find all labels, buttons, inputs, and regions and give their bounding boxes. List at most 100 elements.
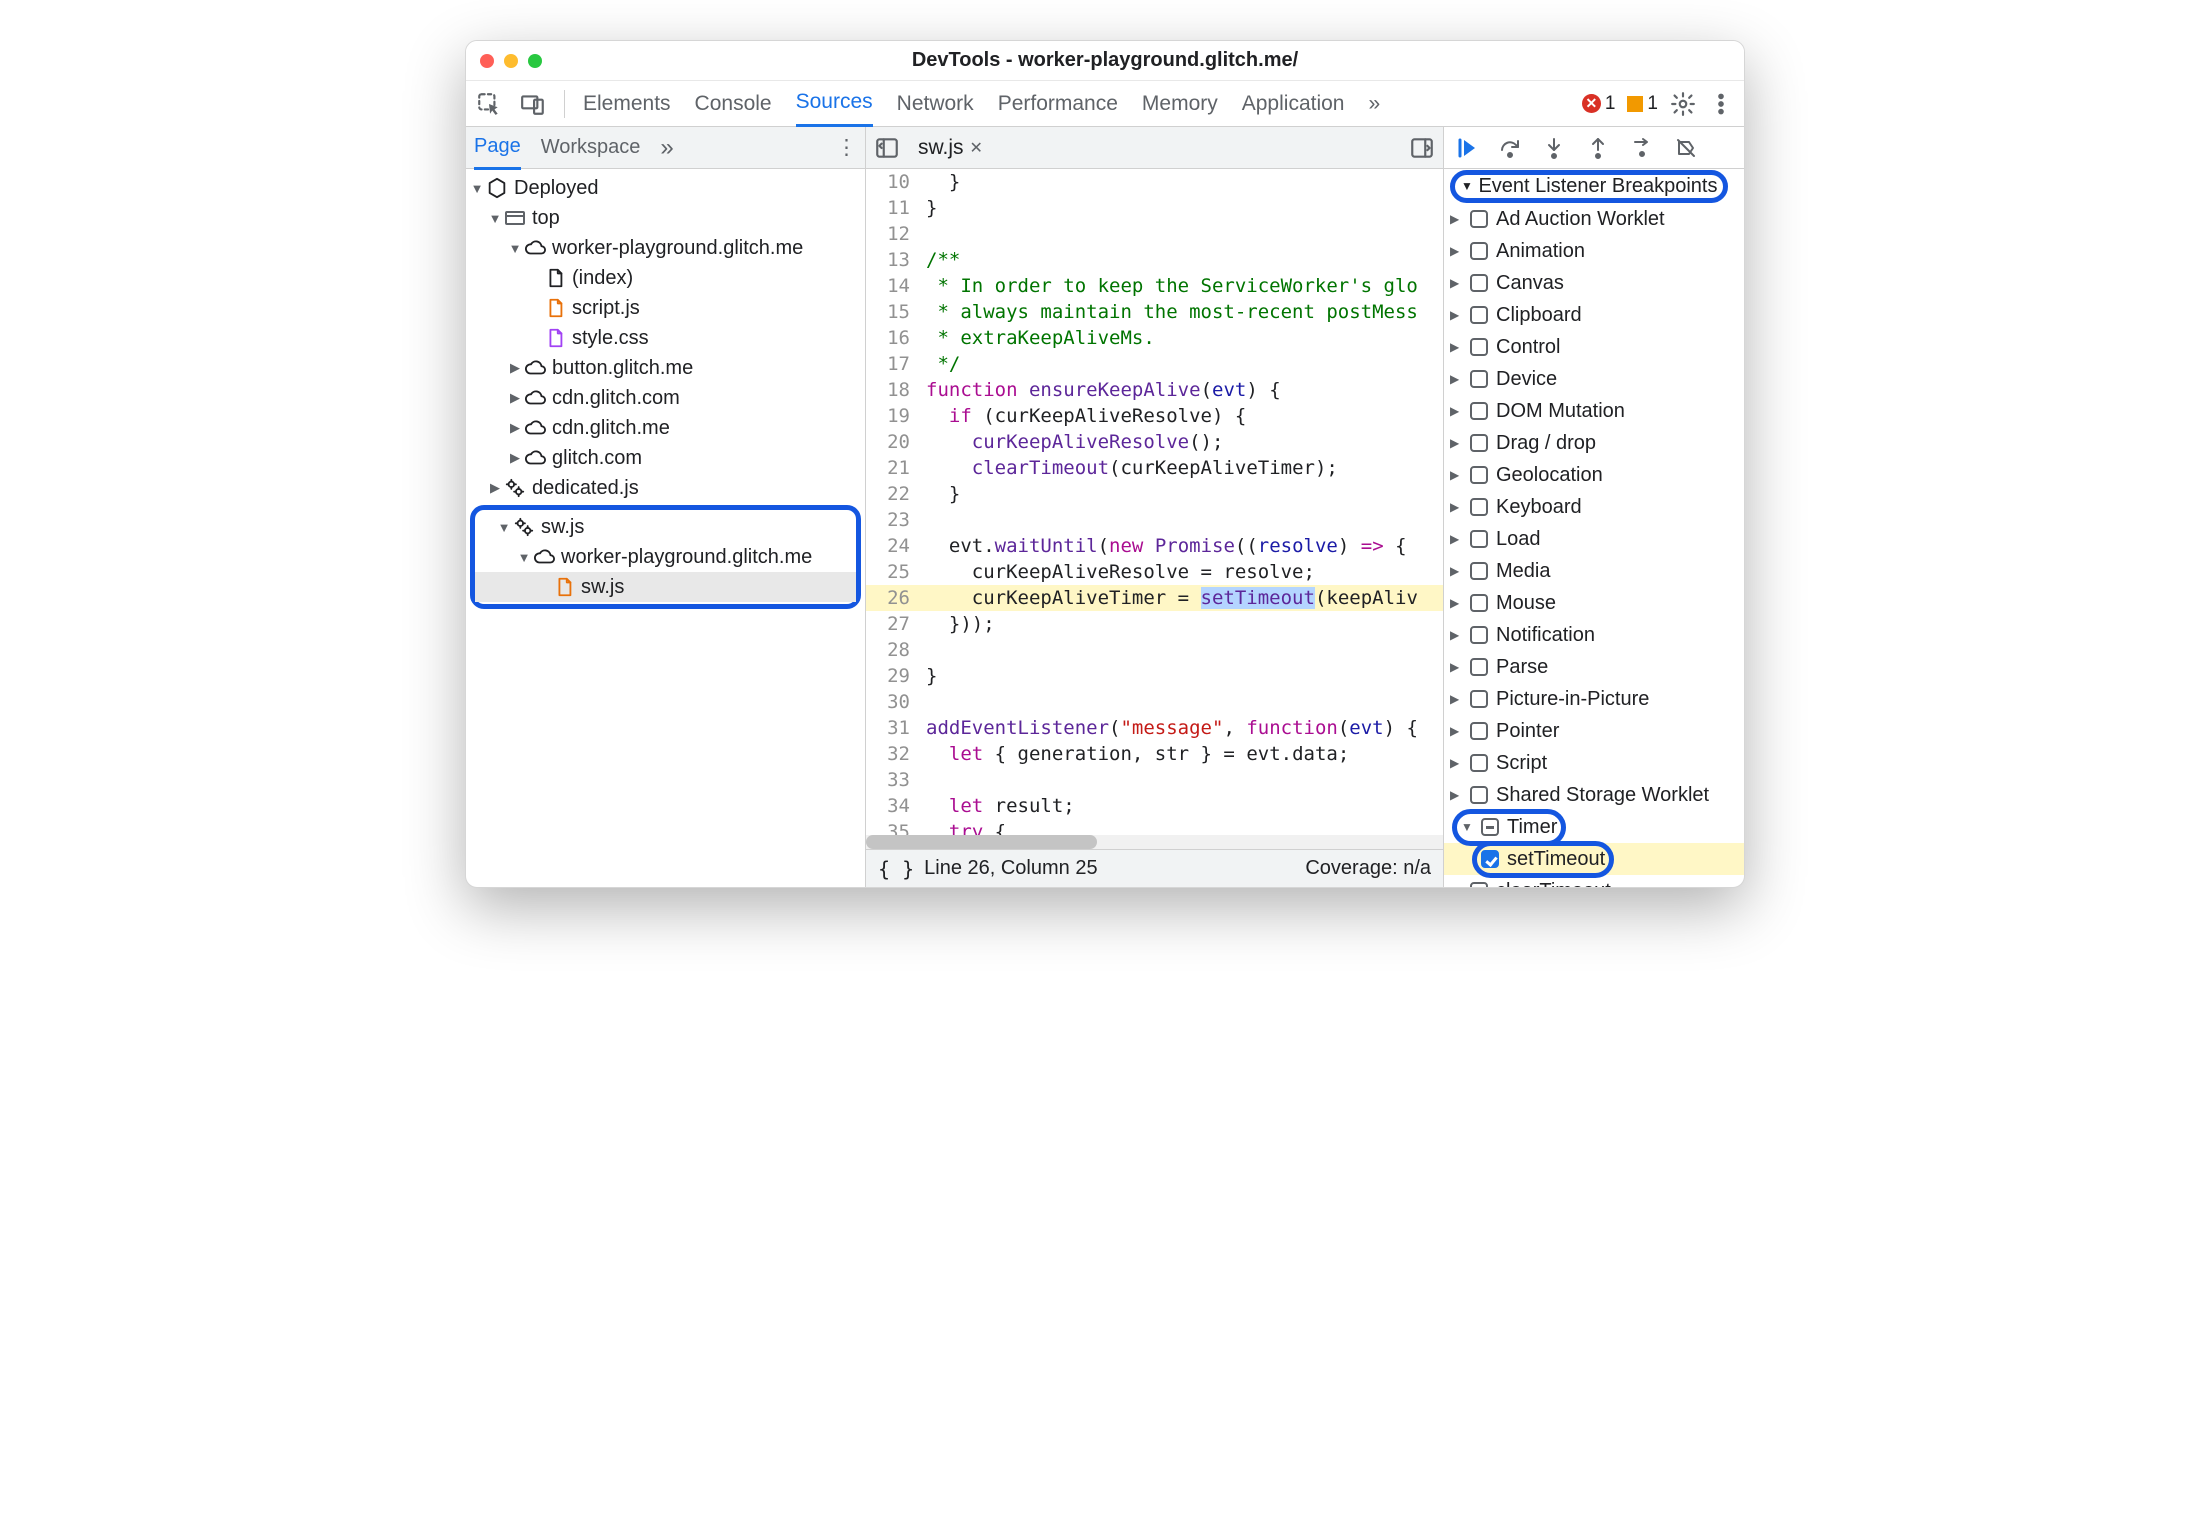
step-over-icon[interactable] [1498,136,1522,160]
step-icon[interactable] [1630,136,1654,160]
checkbox[interactable] [1470,210,1488,228]
tree-file-scriptjs[interactable]: script.js [466,293,865,323]
code-line[interactable]: 16 * extraKeepAliveMs. [866,325,1443,351]
breakpoint-category[interactable]: ▶Drag / drop [1444,427,1744,459]
chevron-right-icon[interactable]: ▶ [1450,212,1462,226]
code-line[interactable]: 12 [866,221,1443,247]
chevron-right-icon[interactable]: ▶ [1450,628,1462,642]
code-line[interactable]: 23 [866,507,1443,533]
code-line[interactable]: 24 evt.waitUntil(new Promise((resolve) =… [866,533,1443,559]
breakpoint-category[interactable]: ▶Geolocation [1444,459,1744,491]
navigator-tab-workspace[interactable]: Workspace [541,127,641,168]
chevron-right-icon[interactable]: ▶ [1450,276,1462,290]
close-icon[interactable]: ✕ [970,138,983,158]
breakpoint-category[interactable]: ▼Timer [1444,811,1744,843]
errors-badge[interactable]: ✕ 1 [1582,93,1616,115]
device-toolbar-icon[interactable] [520,91,546,117]
navigator-tabs-overflow[interactable]: » [660,134,673,162]
checkbox[interactable] [1470,466,1488,484]
tab-console[interactable]: Console [695,82,772,126]
chevron-right-icon[interactable]: ▶ [1450,372,1462,386]
resume-icon[interactable] [1454,136,1478,160]
chevron-right-icon[interactable]: ▶ [1450,468,1462,482]
tab-performance[interactable]: Performance [998,82,1118,126]
breakpoint-category[interactable]: ▶Animation [1444,235,1744,267]
checkbox[interactable] [1470,882,1488,887]
checkbox[interactable] [1481,818,1499,836]
tab-application[interactable]: Application [1242,82,1345,126]
tree-file-swjs[interactable]: sw.js [475,572,856,602]
issues-badge[interactable]: 1 [1627,93,1658,115]
chevron-right-icon[interactable]: ▶ [1450,244,1462,258]
checkbox[interactable] [1470,722,1488,740]
chevron-right-icon[interactable]: ▶ [1450,788,1462,802]
code-line[interactable]: 28 [866,637,1443,663]
breakpoint-category[interactable]: ▶Control [1444,331,1744,363]
code-line[interactable]: 14 * In order to keep the ServiceWorker'… [866,273,1443,299]
breakpoint-category[interactable]: ▶Pointer [1444,715,1744,747]
tree-deployed[interactable]: ▼ Deployed [466,173,865,203]
tree-origin-3[interactable]: ▶cdn.glitch.com [466,383,865,413]
toggle-navigator-icon[interactable] [874,135,900,161]
chevron-right-icon[interactable]: ▶ [1450,756,1462,770]
tree-file-stylecss[interactable]: style.css [466,323,865,353]
tree-origin-5[interactable]: ▶glitch.com [466,443,865,473]
breakpoint-category[interactable]: ▶DOM Mutation [1444,395,1744,427]
code-line[interactable]: 11} [866,195,1443,221]
tabs-overflow[interactable]: » [1368,82,1380,126]
tab-sources[interactable]: Sources [796,80,873,127]
tree-origin-2[interactable]: ▶button.glitch.me [466,353,865,383]
zoom-window-icon[interactable] [528,54,542,68]
tree-top[interactable]: ▼top [466,203,865,233]
braces-icon[interactable]: { } [878,857,914,881]
code-line[interactable]: 32 let { generation, str } = evt.data; [866,741,1443,767]
checkbox[interactable] [1470,338,1488,356]
breakpoint-category[interactable]: ▶Load [1444,523,1744,555]
tab-network[interactable]: Network [897,82,974,126]
breakpoint-category[interactable]: ▶Parse [1444,651,1744,683]
tree-origin-4[interactable]: ▶cdn.glitch.me [466,413,865,443]
code-line[interactable]: 19 if (curKeepAliveResolve) { [866,403,1443,429]
code-line[interactable]: 27 })); [866,611,1443,637]
step-into-icon[interactable] [1542,136,1566,160]
chevron-right-icon[interactable]: ▶ [1450,500,1462,514]
breakpoint-category[interactable]: ▶Notification [1444,619,1744,651]
chevron-right-icon[interactable]: ▶ [1450,308,1462,322]
checkbox[interactable] [1481,850,1499,868]
breakpoint-category[interactable]: ▶Script [1444,747,1744,779]
code-line[interactable]: 31addEventListener("message", function(e… [866,715,1443,741]
chevron-right-icon[interactable]: ▶ [1450,340,1462,354]
close-window-icon[interactable] [480,54,494,68]
file-tab-swjs[interactable]: sw.js ✕ [910,130,991,166]
toggle-debugger-icon[interactable] [1409,135,1435,161]
deactivate-breakpoints-icon[interactable] [1674,136,1698,160]
tree-sw-origin[interactable]: ▼worker-playground.glitch.me [475,542,856,572]
code-line[interactable]: 15 * always maintain the most-recent pos… [866,299,1443,325]
checkbox[interactable] [1470,306,1488,324]
breakpoint-category[interactable]: ▶Device [1444,363,1744,395]
checkbox[interactable] [1470,562,1488,580]
code-line[interactable]: 22 } [866,481,1443,507]
code-line[interactable]: 35 try { [866,819,1443,835]
chevron-right-icon[interactable]: ▶ [1450,532,1462,546]
checkbox[interactable] [1470,754,1488,772]
breakpoint-event[interactable]: setTimeout [1444,843,1744,875]
horizontal-scrollbar[interactable] [866,835,1443,849]
code-line[interactable]: 18function ensureKeepAlive(evt) { [866,377,1443,403]
breakpoint-category[interactable]: ▶Ad Auction Worklet [1444,203,1744,235]
breakpoint-category[interactable]: ▶Keyboard [1444,491,1744,523]
breakpoint-category[interactable]: ▶Canvas [1444,267,1744,299]
tree-dedicated[interactable]: ▶dedicated.js [466,473,865,503]
chevron-right-icon[interactable]: ▶ [1450,692,1462,706]
checkbox[interactable] [1470,370,1488,388]
code-line[interactable]: 10 } [866,169,1443,195]
tree-sw[interactable]: ▼sw.js [475,512,856,542]
breakpoint-category[interactable]: ▶Mouse [1444,587,1744,619]
tree-origin[interactable]: ▼worker-playground.glitch.me [466,233,865,263]
code-editor[interactable]: 10 }11}1213/**14 * In order to keep the … [866,169,1443,835]
chevron-right-icon[interactable]: ▶ [1450,564,1462,578]
checkbox[interactable] [1470,434,1488,452]
inspect-icon[interactable] [476,91,502,117]
code-line[interactable]: 17 */ [866,351,1443,377]
tab-memory[interactable]: Memory [1142,82,1218,126]
